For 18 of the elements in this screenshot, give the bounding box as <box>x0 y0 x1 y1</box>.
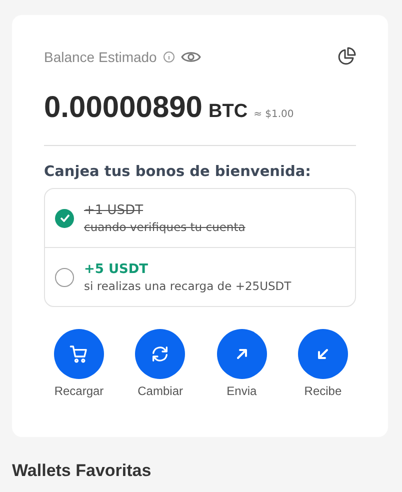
balance-label: Balance Estimado <box>44 49 157 65</box>
arrow-down-left-icon <box>316 348 329 360</box>
check-icon <box>60 214 70 222</box>
bonus-condition: si realizas una recarga de +25USDT <box>84 278 292 292</box>
bonus-heading: Canjea tus bonos de bienvenida: <box>44 164 312 180</box>
currency-label: BTC <box>208 101 248 123</box>
cart-icon <box>69 344 89 364</box>
fiat-value: ≈ $1.00 <box>254 109 294 120</box>
bonus-amount: +5 USDT <box>84 262 150 276</box>
bonus-condition: cuando verifiques tu cuenta <box>84 220 246 234</box>
refresh-icon <box>150 344 170 364</box>
bonus-amount: +1 USDT <box>84 202 144 218</box>
section-title: Wallets Favoritas <box>12 461 152 481</box>
info-icon[interactable] <box>162 51 175 63</box>
balance-amount: 0.00000890 <box>44 91 202 125</box>
arrow-up-right-icon <box>236 348 248 360</box>
eye-icon[interactable] <box>180 50 201 64</box>
pie-chart-icon[interactable] <box>336 47 356 67</box>
